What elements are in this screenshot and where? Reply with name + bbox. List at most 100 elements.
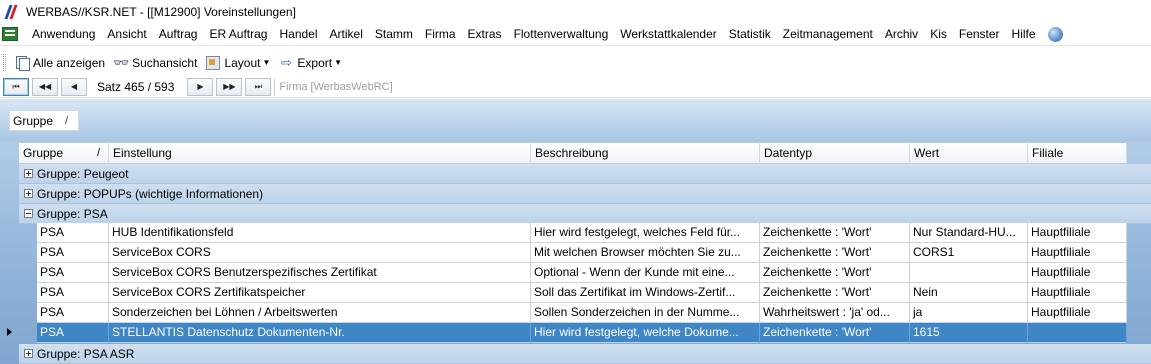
menu-flottenverwaltung[interactable]: Flottenverwaltung [508, 23, 615, 46]
window-menu-icon[interactable] [2, 27, 18, 41]
layout-button[interactable]: Layout ▼ [201, 52, 274, 73]
cell-filiale: Hauptfiliale [1028, 303, 1127, 323]
menu-zeitmanagement[interactable]: Zeitmanagement [777, 23, 879, 46]
group-row-popups[interactable]: Gruppe: POPUPs (wichtige Informationen) [19, 184, 1151, 204]
export-button[interactable]: ⇨ Export ▼ [274, 52, 346, 73]
menu-stamm[interactable]: Stamm [369, 23, 419, 46]
cell-wert: Nur Standard-HU... [910, 223, 1028, 243]
record-navigator: ⏮ ◀◀ ◀ Satz 465 / 593 ▶ ▶▶ ⏭ Firma [Werb… [0, 76, 1151, 98]
menu-archiv[interactable]: Archiv [879, 23, 924, 46]
group-row-peugeot[interactable]: Gruppe: Peugeot [19, 164, 1151, 184]
cell-einstellung: ServiceBox CORS Zertifikatspeicher [109, 283, 531, 303]
menu-er-auftrag[interactable]: ER Auftrag [203, 23, 273, 46]
menu-kis[interactable]: Kis [924, 23, 953, 46]
column-header-wert[interactable]: Wert [910, 143, 1028, 164]
separator [274, 78, 276, 95]
cell-gruppe: PSA [37, 323, 109, 343]
cell-beschreibung: Soll das Zertifikat im Windows-Zertif... [531, 283, 760, 303]
column-header-einstellung[interactable]: Einstellung [109, 143, 531, 164]
menu-anwendung[interactable]: Anwendung [26, 23, 101, 46]
cell-wert [910, 263, 1028, 283]
menu-fenster[interactable]: Fenster [953, 23, 1006, 46]
next-icon: ▶ [197, 82, 204, 91]
menu-firma[interactable]: Firma [419, 23, 462, 46]
menu-artikel[interactable]: Artikel [324, 23, 369, 46]
next-page-icon: ▶▶ [223, 82, 236, 91]
menu-statistik[interactable]: Statistik [723, 23, 777, 46]
column-header-beschreibung[interactable]: Beschreibung [531, 143, 760, 164]
expand-icon[interactable] [24, 189, 33, 198]
menu-extras[interactable]: Extras [462, 23, 508, 46]
cell-einstellung: ServiceBox CORS [109, 243, 531, 263]
table-row[interactable]: PSA HUB Identifikationsfeld Hier wird fe… [37, 223, 1127, 243]
cell-datentyp: Zeichenkette : 'Wort' [760, 243, 910, 263]
cell-filiale [1028, 323, 1127, 343]
search-view-button[interactable]: 👓 Suchansicht [109, 52, 201, 73]
first-record-button[interactable]: ⏮ [3, 77, 29, 96]
cell-filiale: Hauptfiliale [1028, 263, 1127, 283]
cell-einstellung: STELLANTIS Datenschutz Dokumenten-Nr. [109, 323, 531, 343]
chevron-down-icon: ▼ [334, 58, 342, 67]
table-row-selected[interactable]: PSA STELLANTIS Datenschutz Dokumenten-Nr… [37, 323, 1127, 343]
table-row[interactable]: PSA Sonderzeichen bei Löhnen / Arbeitswe… [37, 303, 1127, 323]
group-row-psa-asr[interactable]: Gruppe: PSA ASR [19, 344, 1151, 364]
group-row-psa[interactable]: Gruppe: PSA [19, 204, 1151, 224]
cell-datentyp: Wahrheitswert : 'ja' od... [760, 303, 910, 323]
group-by-panel: Gruppe / [0, 99, 1151, 142]
cell-beschreibung: Optional - Wenn der Kunde mit eine... [531, 263, 760, 283]
table-row[interactable]: PSA ServiceBox CORS Benutzerspezifisches… [37, 263, 1127, 283]
menu-handel[interactable]: Handel [273, 23, 323, 46]
search-view-label: Suchansicht [132, 55, 198, 70]
pages-icon [14, 55, 30, 71]
column-header-gruppe[interactable]: Gruppe / [19, 143, 109, 164]
group-chip-label: Gruppe [13, 113, 54, 128]
column-header-filiale[interactable]: Filiale [1028, 143, 1127, 164]
first-icon: ⏮ [12, 81, 20, 91]
cell-gruppe: PSA [37, 263, 109, 283]
toolbar: Alle anzeigen 👓 Suchansicht Layout ▼ ⇨ E… [0, 51, 1151, 74]
group-chip-gruppe[interactable]: Gruppe / [9, 110, 79, 131]
menu-hilfe[interactable]: Hilfe [1006, 23, 1042, 46]
menu-auftrag[interactable]: Auftrag [153, 23, 204, 46]
cell-beschreibung: Hier wird festgelegt, welche Dokume... [531, 323, 760, 343]
previous-page-button[interactable]: ◀◀ [32, 77, 58, 96]
table-row[interactable]: PSA ServiceBox CORS Mit welchen Browser … [37, 243, 1127, 263]
cell-gruppe: PSA [37, 283, 109, 303]
cell-einstellung: Sonderzeichen bei Löhnen / Arbeitswerten [109, 303, 531, 323]
menu-bar: Anwendung Ansicht Auftrag ER Auftrag Han… [0, 23, 1151, 46]
next-page-button[interactable]: ▶▶ [216, 77, 243, 96]
cell-wert: 1615 [910, 323, 1028, 343]
collapse-icon[interactable] [24, 209, 33, 218]
globe-icon[interactable] [1047, 26, 1063, 42]
layout-icon [205, 55, 221, 70]
menu-ansicht[interactable]: Ansicht [101, 23, 152, 46]
group-label: Gruppe: PSA [37, 206, 108, 221]
column-header-datentyp[interactable]: Datentyp [760, 143, 910, 164]
expand-icon[interactable] [24, 169, 33, 178]
next-record-button[interactable]: ▶ [187, 77, 214, 96]
previous-record-button[interactable]: ◀ [61, 77, 87, 96]
cell-wert: Nein [910, 283, 1028, 303]
cell-beschreibung: Mit welchen Browser möchten Sie zu... [531, 243, 760, 263]
app-logo-icon [4, 4, 21, 19]
cell-filiale: Hauptfiliale [1028, 243, 1127, 263]
cell-datentyp: Zeichenkette : 'Wort' [760, 263, 910, 283]
toolbar-grip[interactable] [3, 54, 6, 71]
group-label: Gruppe: PSA ASR [37, 346, 135, 361]
last-icon: ⏭ [254, 81, 262, 91]
table-row[interactable]: PSA ServiceBox CORS Zertifikatspeicher S… [37, 283, 1127, 303]
sort-indicator: / [65, 114, 69, 127]
cell-beschreibung: Sollen Sonderzeichen in der Numme... [531, 303, 760, 323]
chevron-down-icon: ▼ [262, 58, 271, 67]
show-all-button[interactable]: Alle anzeigen [10, 52, 109, 73]
menu-werkstattkalender[interactable]: Werkstattkalender [614, 23, 723, 46]
firma-field[interactable]: Firma [WerbasWebRC] [279, 81, 392, 93]
cell-wert: ja [910, 303, 1028, 323]
expand-icon[interactable] [24, 349, 33, 358]
show-all-label: Alle anzeigen [33, 55, 106, 70]
last-record-button[interactable]: ⏭ [245, 77, 272, 96]
prev-page-icon: ◀◀ [38, 82, 52, 91]
cell-gruppe: PSA [37, 223, 109, 243]
cell-wert: CORS1 [910, 243, 1028, 263]
cell-datentyp: Zeichenkette : 'Wort' [760, 323, 910, 343]
